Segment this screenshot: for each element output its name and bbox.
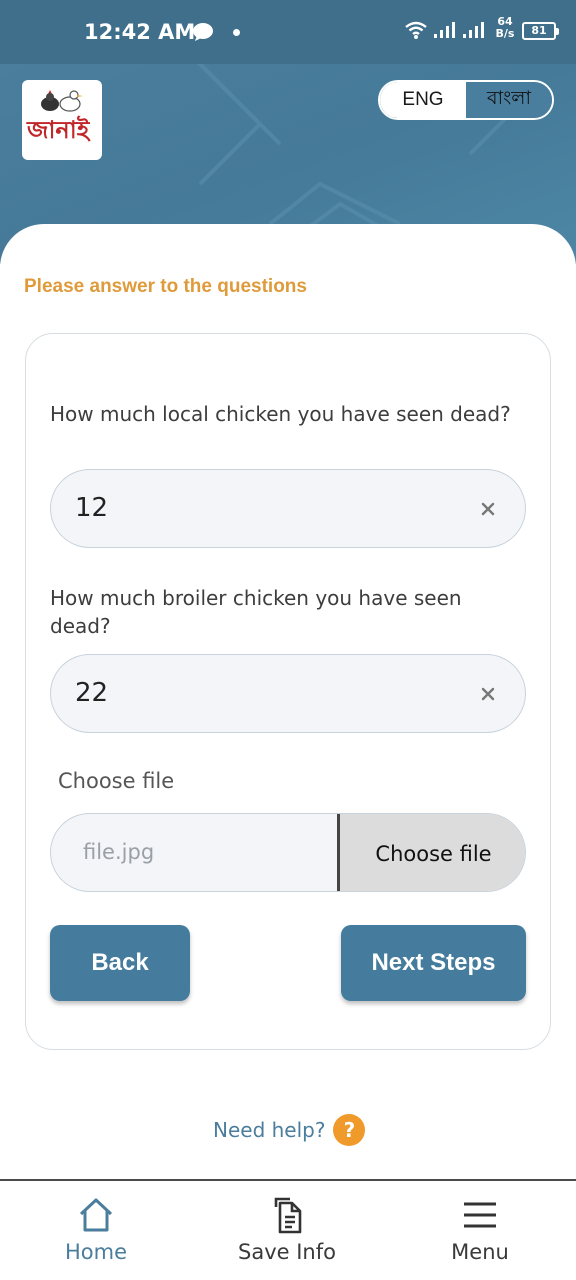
logo-text: জানাই	[27, 115, 90, 144]
app-logo: জানাই	[22, 80, 102, 160]
battery-icon: 81	[522, 22, 559, 40]
nav-item-menu[interactable]: Menu	[405, 1181, 555, 1280]
net-speed: 64 B/s	[494, 16, 516, 40]
nav-label-home: Home	[64, 1240, 127, 1264]
question-2-label: How much broiler chicken you have seen d…	[50, 586, 462, 638]
home-icon	[79, 1198, 113, 1232]
next-steps-button[interactable]: Next Steps	[341, 925, 526, 1001]
question-2-value[interactable]: 22	[75, 678, 108, 708]
wifi-icon	[405, 21, 427, 39]
document-icon	[274, 1197, 302, 1234]
question-1-input[interactable]: 12	[50, 469, 526, 548]
language-toggle[interactable]: ENG বাংলা	[378, 80, 554, 120]
file-input[interactable]: file.jpg Choose file	[50, 813, 526, 892]
file-field-label: Choose file	[58, 769, 175, 793]
nav-item-home[interactable]: Home	[21, 1181, 171, 1280]
file-name: file.jpg	[83, 840, 155, 864]
question-1-label: How much local chicken you have seen dea…	[50, 402, 511, 426]
lang-option-english[interactable]: ENG	[380, 82, 466, 118]
status-bar: 12:42 AM 64 B/s 81	[0, 0, 576, 64]
chat-icon	[192, 22, 214, 46]
clear-icon[interactable]	[479, 500, 497, 518]
question-1-value[interactable]: 12	[75, 493, 108, 523]
nav-label-save-info: Save Info	[238, 1240, 336, 1264]
lang-option-bangla[interactable]: বাংলা	[466, 82, 552, 118]
hamburger-icon	[464, 1202, 496, 1228]
battery-level: 81	[531, 24, 547, 37]
notification-dot	[233, 29, 240, 36]
content-sheet: Please answer to the questions How much …	[0, 224, 576, 1179]
clear-icon[interactable]	[479, 685, 497, 703]
choose-file-button[interactable]: Choose file	[337, 814, 525, 891]
nav-label-menu: Menu	[451, 1240, 509, 1264]
question-mark-icon[interactable]: ?	[333, 1114, 366, 1146]
question-form-card: How much local chicken you have seen dea…	[25, 333, 551, 1050]
bottom-nav: Home Save Info Menu	[0, 1179, 576, 1280]
net-speed-unit: B/s	[495, 27, 515, 40]
signal-icon	[434, 22, 484, 38]
question-2-input[interactable]: 22	[50, 654, 526, 733]
help-text[interactable]: Need help?	[213, 1118, 325, 1142]
need-help-link[interactable]: Need help? ?	[213, 1114, 366, 1146]
back-button[interactable]: Back	[50, 925, 190, 1001]
status-time: 12:42 AM	[84, 20, 196, 44]
section-title: Please answer to the questions	[24, 276, 307, 297]
nav-item-save-info[interactable]: Save Info	[212, 1181, 362, 1280]
